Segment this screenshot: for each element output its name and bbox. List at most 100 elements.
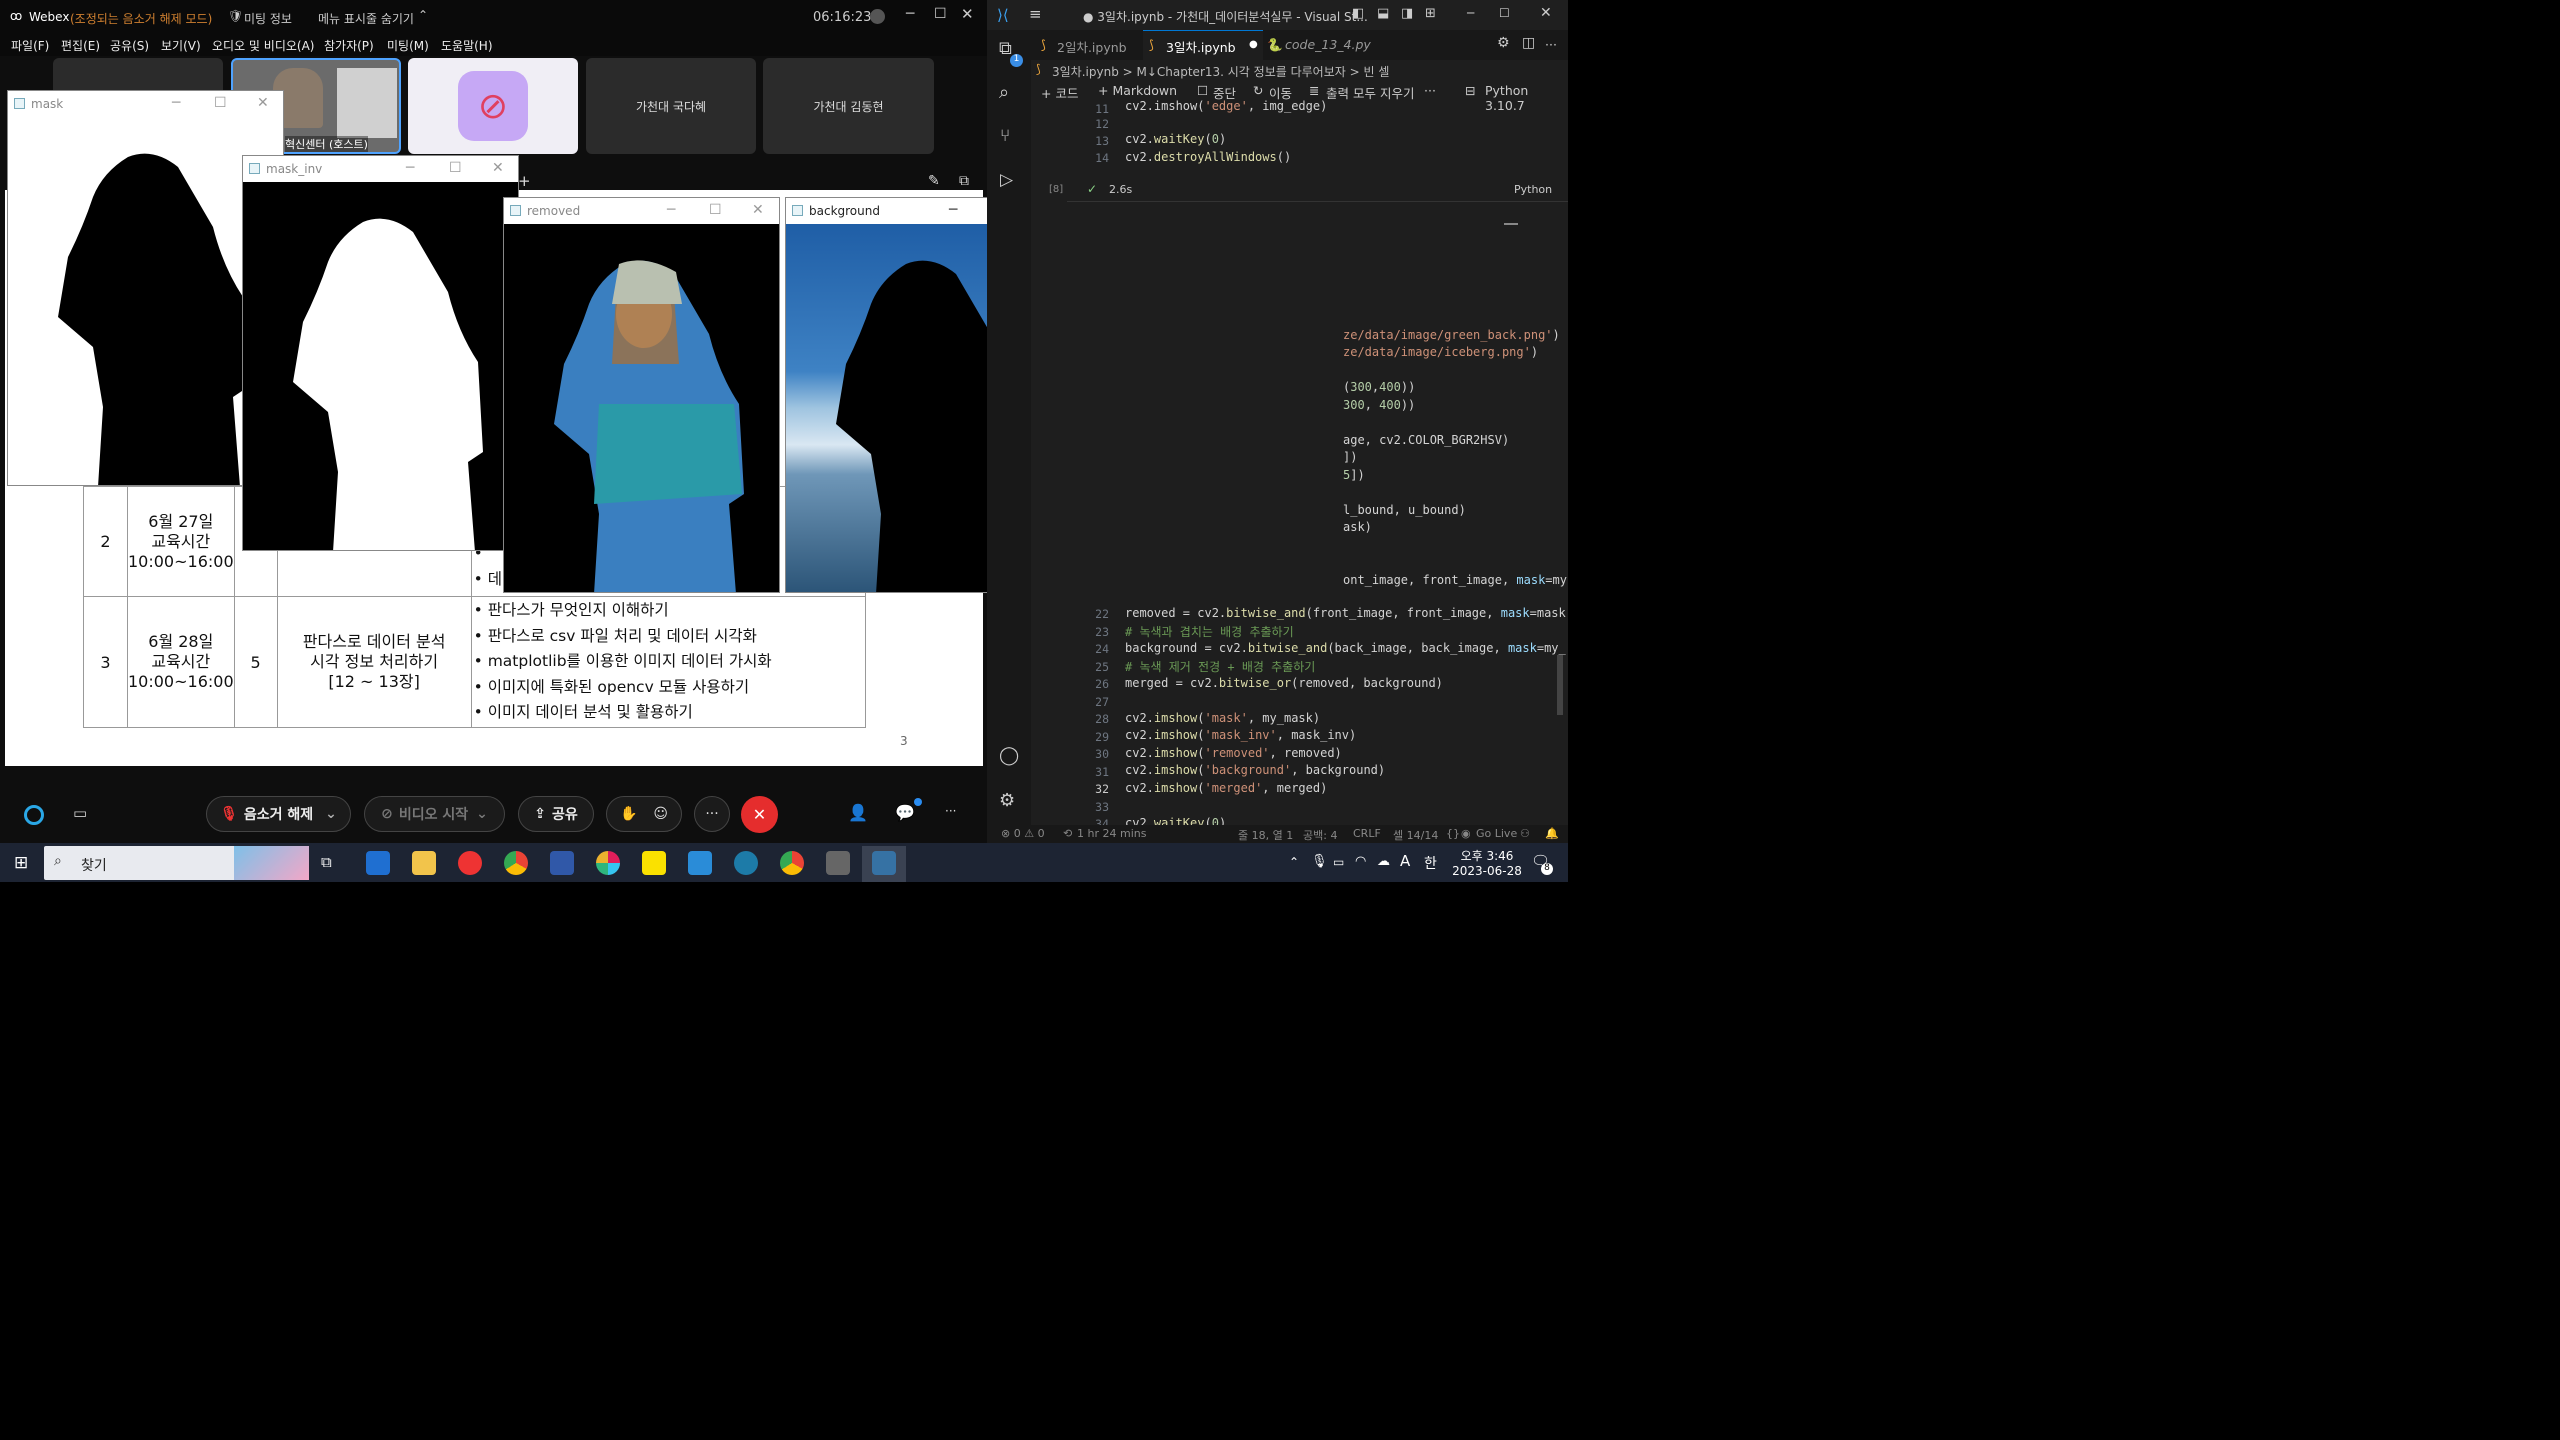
- menu-share[interactable]: 공유(S): [110, 37, 149, 54]
- minimize-button[interactable]: ─: [1467, 6, 1474, 20]
- menu-participants[interactable]: 참가자(P): [324, 37, 374, 54]
- unity-icon[interactable]: [826, 851, 850, 875]
- minimize-button[interactable]: ─: [667, 202, 675, 218]
- scrollbar[interactable]: [1557, 655, 1563, 715]
- leave-meeting-button[interactable]: ✕: [741, 796, 778, 833]
- taskbar-search-box[interactable]: ⌕ 찾기: [44, 846, 309, 880]
- share-button[interactable]: ⇪ 공유: [518, 796, 594, 832]
- add-markdown-cell-button[interactable]: + Markdown: [1098, 83, 1177, 98]
- code-cell-1[interactable]: 11 cv2.imshow('edge', img_edge) 12 13 cv…: [1031, 99, 1568, 202]
- minimize-button[interactable]: ─: [406, 160, 414, 176]
- windows-start-icon[interactable]: ⊞: [14, 853, 28, 873]
- minimize-button[interactable]: ─: [906, 6, 914, 22]
- settings-gear-icon[interactable]: ⚙: [999, 790, 1015, 811]
- toggle-panel-icon[interactable]: ⬓: [1377, 6, 1389, 21]
- window-removed[interactable]: removed ─ ☐ ✕: [503, 197, 780, 593]
- kakaotalk-icon[interactable]: [642, 851, 666, 875]
- customize-layout-icon[interactable]: ⊞: [1425, 6, 1436, 21]
- ime-icon[interactable]: 한: [1424, 853, 1437, 873]
- code-cell-2[interactable]: ze/data/image/green_back.png') ze/data/i…: [1031, 320, 1568, 831]
- unsaved-dot-icon[interactable]: ●: [1249, 39, 1258, 50]
- more-icon[interactable]: ···: [945, 804, 956, 818]
- window-mask-inv[interactable]: mask_inv ─ ☐ ✕: [242, 155, 519, 551]
- mic-icon[interactable]: 🎙: [1311, 854, 1328, 869]
- chrome-profile-icon[interactable]: [780, 851, 804, 875]
- raise-hand-reactions-button[interactable]: ✋ ☺: [606, 796, 682, 832]
- wifi-icon[interactable]: ◠: [1355, 854, 1366, 869]
- gear-icon[interactable]: ⚙: [1497, 35, 1510, 51]
- cell-indicator[interactable]: 셀 14/14: [1393, 827, 1438, 843]
- tab-code-13-4[interactable]: code_13_4.py: [1285, 37, 1371, 52]
- search-icon[interactable]: ⌕: [999, 82, 1009, 103]
- media-player-icon[interactable]: [458, 851, 482, 875]
- participant-tile-camera-off[interactable]: ⊘: [408, 58, 578, 154]
- indent-spaces[interactable]: 공백: 4: [1303, 827, 1337, 843]
- maximize-button[interactable]: ☐: [449, 160, 462, 176]
- cell-toolbar-handle[interactable]: [1504, 223, 1518, 225]
- menu-meeting[interactable]: 미팅(M): [387, 37, 429, 54]
- unmute-button[interactable]: 🎙 음소거 해제 ⌄: [206, 796, 351, 832]
- account-icon[interactable]: ◯: [999, 745, 1019, 766]
- annotate-icon[interactable]: ✎: [928, 173, 940, 189]
- minimize-button[interactable]: ─: [172, 95, 180, 111]
- zoom-plus-icon[interactable]: +: [518, 172, 531, 190]
- close-button[interactable]: ✕: [492, 160, 504, 176]
- close-button[interactable]: ✕: [752, 202, 764, 218]
- toggle-sidebar-icon[interactable]: ◧: [1352, 6, 1364, 21]
- signal-icon[interactable]: [870, 9, 885, 24]
- participant-tile-kimdonghyun[interactable]: 가천대 김동현: [763, 58, 934, 154]
- tab-2ilcha[interactable]: 2일차.ipynb: [1057, 37, 1127, 56]
- account-status-icon[interactable]: ⚇: [1520, 827, 1530, 840]
- tab-3ilcha[interactable]: 3일차.ipynb: [1166, 37, 1236, 56]
- more-options-button[interactable]: ···: [694, 796, 730, 832]
- line-ending[interactable]: CRLF: [1353, 827, 1381, 840]
- chrome-icon[interactable]: [504, 851, 528, 875]
- clock-time[interactable]: 오후 3:46: [1456, 847, 1518, 864]
- more-icon[interactable]: ···: [1424, 83, 1436, 98]
- hamburger-menu-icon[interactable]: ≡: [1029, 5, 1042, 23]
- menu-toggle-button[interactable]: 메뉴 표시줄 숨기기: [318, 10, 414, 27]
- screen-view-icon[interactable]: ⧉: [959, 173, 969, 189]
- close-button[interactable]: ✕: [1540, 5, 1552, 21]
- cursor-position[interactable]: 줄 18, 열 1: [1238, 827, 1293, 843]
- menu-edit[interactable]: 편집(E): [61, 37, 100, 54]
- participant-tile-kookdahye[interactable]: 가천대 국다혜: [586, 58, 756, 154]
- task-view-icon[interactable]: ⧉: [321, 853, 332, 871]
- calendar-app-icon[interactable]: [550, 851, 574, 875]
- menu-help[interactable]: 도움말(H): [441, 37, 493, 54]
- breadcrumb-text[interactable]: 3일차.ipynb > M↓Chapter13. 시각 정보를 다루어보자 > …: [1052, 63, 1389, 80]
- webex-taskbar-icon[interactable]: [734, 851, 758, 875]
- maximize-button[interactable]: ☐: [709, 202, 722, 218]
- python-taskbar-icon[interactable]: [872, 851, 896, 875]
- cloud-icon[interactable]: ☁: [1377, 854, 1390, 869]
- chevron-down-icon[interactable]: ⌄: [476, 806, 488, 822]
- maximize-button[interactable]: ☐: [1499, 6, 1510, 20]
- maximize-button[interactable]: ☐: [934, 6, 947, 22]
- close-button[interactable]: ✕: [257, 95, 269, 111]
- problems-status[interactable]: ⊗ 0 ⚠ 0: [1001, 827, 1045, 840]
- chevron-down-icon[interactable]: ⌄: [325, 806, 337, 822]
- braces-icon[interactable]: {}: [1446, 827, 1460, 840]
- go-live-button[interactable]: Go Live: [1476, 827, 1517, 840]
- cell-language[interactable]: Python: [1514, 183, 1552, 196]
- slack-icon[interactable]: [596, 851, 620, 875]
- clear-all-outputs-button[interactable]: 출력 모두 지우기: [1326, 83, 1414, 102]
- chevron-up-icon[interactable]: ⌃: [418, 8, 428, 22]
- minimize-button[interactable]: ─: [949, 202, 957, 218]
- file-explorer-icon[interactable]: [412, 851, 436, 875]
- menu-view[interactable]: 보기(V): [161, 37, 201, 54]
- close-button[interactable]: ✕: [961, 5, 974, 23]
- menu-file[interactable]: 파일(F): [11, 37, 49, 54]
- participants-icon[interactable]: 👤: [848, 803, 868, 822]
- maximize-button[interactable]: ☐: [214, 95, 227, 111]
- input-language[interactable]: A: [1400, 852, 1410, 870]
- menu-audio-video[interactable]: 오디오 및 비디오(A): [212, 37, 314, 54]
- run-debug-icon[interactable]: ▷: [1000, 170, 1013, 190]
- meeting-info-button[interactable]: 미팅 정보: [244, 10, 292, 27]
- vscode-taskbar-icon[interactable]: [688, 851, 712, 875]
- bell-icon[interactable]: 🔔: [1545, 827, 1559, 840]
- chevron-up-icon[interactable]: ⌃: [1289, 855, 1299, 869]
- chat-icon[interactable]: 💬: [895, 803, 915, 822]
- start-video-button[interactable]: ⊘ 비디오 시작 ⌄: [364, 796, 505, 832]
- more-actions-icon[interactable]: ···: [1545, 37, 1557, 52]
